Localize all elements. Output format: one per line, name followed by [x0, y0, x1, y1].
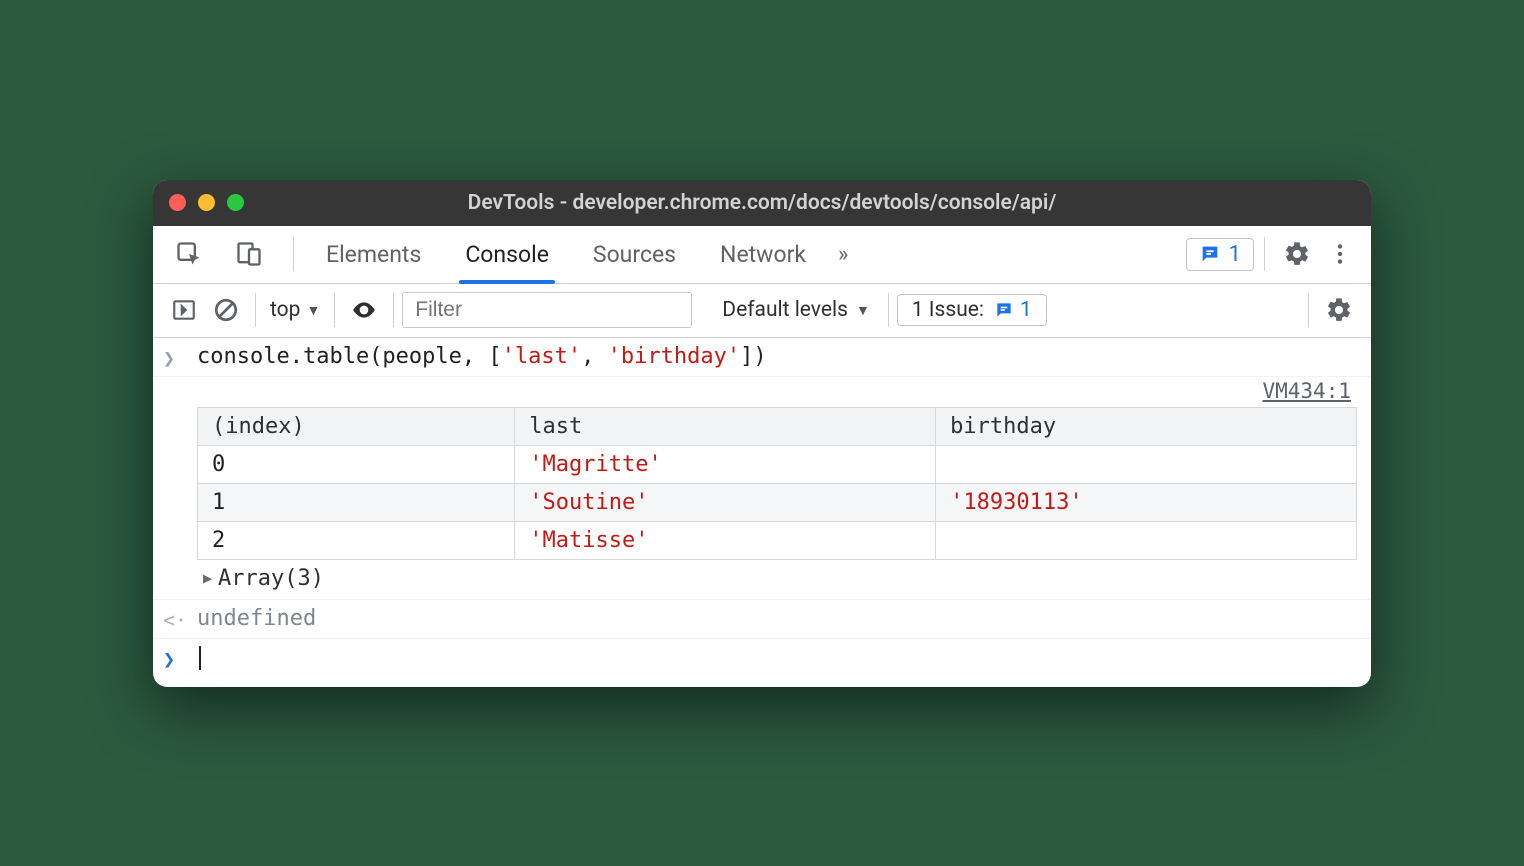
more-options-icon[interactable]: [1319, 241, 1361, 267]
tab-console[interactable]: Console: [443, 226, 571, 283]
array-summary-text: Array(3): [218, 566, 324, 591]
tab-network[interactable]: Network: [698, 226, 828, 283]
prompt-chevron-icon: ❯: [163, 645, 197, 671]
dropdown-triangle-icon: ▼: [306, 302, 320, 319]
cell-birthday: [936, 521, 1357, 559]
console-toolbar: top ▼ Default levels ▼ 1 Issue: 1: [153, 284, 1371, 338]
input-chevron-icon: ❯: [163, 344, 197, 370]
cell-birthday: [936, 445, 1357, 483]
log-levels-select[interactable]: Default levels ▼: [712, 298, 880, 322]
console-settings-gear-icon[interactable]: [1317, 296, 1361, 324]
console-prompt[interactable]: ❯: [153, 639, 1371, 687]
table-row[interactable]: 2'Matisse': [198, 521, 1357, 559]
window-title: DevTools - developer.chrome.com/docs/dev…: [153, 191, 1371, 215]
clear-console-icon[interactable]: [205, 297, 247, 323]
cell-last: 'Matisse': [515, 521, 936, 559]
execution-context-label: top: [270, 298, 300, 322]
table-header[interactable]: birthday: [936, 407, 1357, 445]
cell-last: 'Soutine': [515, 483, 936, 521]
minimize-window-button[interactable]: [198, 194, 215, 211]
tab-sources[interactable]: Sources: [571, 226, 698, 283]
log-levels-label: Default levels: [722, 298, 848, 322]
toggle-sidebar-icon[interactable]: [163, 297, 205, 323]
issues-count: 1: [1020, 298, 1032, 322]
close-window-button[interactable]: [169, 194, 186, 211]
device-toolbar-icon[interactable]: [227, 240, 271, 268]
settings-gear-icon[interactable]: [1275, 240, 1319, 268]
console-input[interactable]: [197, 645, 1357, 670]
disclosure-triangle-icon: ▶: [203, 569, 212, 587]
dropdown-triangle-icon: ▼: [856, 302, 870, 319]
devtools-window: DevTools - developer.chrome.com/docs/dev…: [153, 180, 1371, 687]
issues-pill[interactable]: 1 Issue: 1: [897, 294, 1047, 326]
titlebar: DevTools - developer.chrome.com/docs/dev…: [153, 180, 1371, 226]
table-row[interactable]: 0'Magritte': [198, 445, 1357, 483]
window-controls: [169, 194, 244, 211]
console-table-output: VM434:1 (index)lastbirthday 0'Magritte'1…: [153, 377, 1371, 600]
more-tabs-button[interactable]: »: [828, 242, 858, 267]
execution-context-select[interactable]: top ▼: [264, 298, 326, 322]
tab-elements[interactable]: Elements: [304, 226, 443, 283]
cell-last: 'Magritte': [515, 445, 936, 483]
command-text: console.table(people, ['last', 'birthday…: [197, 344, 767, 369]
return-value: undefined: [197, 606, 316, 631]
cell-index: 2: [198, 521, 515, 559]
inspect-element-icon[interactable]: [167, 240, 211, 268]
issues-chat-badge[interactable]: 1: [1186, 238, 1254, 271]
issues-chat-count: 1: [1229, 242, 1241, 267]
table-header[interactable]: last: [515, 407, 936, 445]
cell-index: 1: [198, 483, 515, 521]
maximize-window-button[interactable]: [227, 194, 244, 211]
table-header[interactable]: (index): [198, 407, 515, 445]
output-table[interactable]: (index)lastbirthday 0'Magritte'1'Soutine…: [197, 407, 1357, 560]
cell-index: 0: [198, 445, 515, 483]
array-summary[interactable]: ▶ Array(3): [197, 560, 1357, 593]
table-row[interactable]: 1'Soutine''18930113': [198, 483, 1357, 521]
source-link[interactable]: VM434:1: [1262, 379, 1351, 403]
cell-birthday: '18930113': [936, 483, 1357, 521]
filter-input[interactable]: [402, 292, 692, 328]
live-expression-eye-icon[interactable]: [343, 297, 385, 323]
output-chevron-icon: <·: [163, 606, 197, 632]
console-input-echo[interactable]: ❯ console.table(people, ['last', 'birthd…: [153, 338, 1371, 377]
console-return-row[interactable]: <· undefined: [153, 600, 1371, 639]
console-output: ❯ console.table(people, ['last', 'birthd…: [153, 338, 1371, 687]
panel-tabs: ElementsConsoleSourcesNetwork » 1: [153, 226, 1371, 284]
issues-label: 1 Issue:: [912, 298, 984, 322]
